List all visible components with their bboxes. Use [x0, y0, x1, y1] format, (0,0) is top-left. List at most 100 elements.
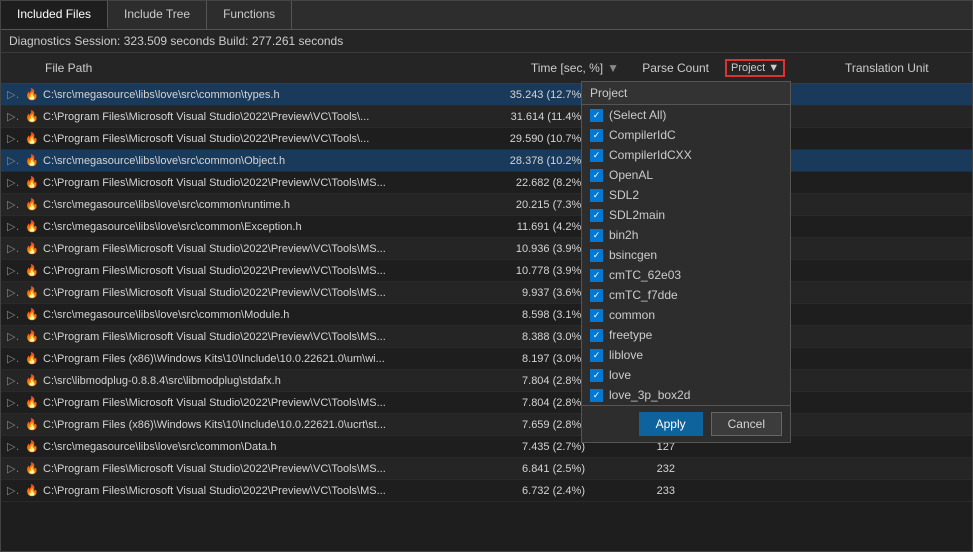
- checkbox[interactable]: [590, 209, 603, 222]
- time-cell: 22.682 (8.2%): [461, 175, 591, 191]
- col-header-translation: Translation Unit: [837, 57, 972, 79]
- dropdown-item[interactable]: love_3p_box2d: [582, 385, 790, 405]
- file-path-cell: C:\src\megasource\libs\love\src\common\M…: [37, 307, 461, 323]
- expand-icon[interactable]: ▷: [1, 196, 19, 213]
- expand-icon[interactable]: ▷: [1, 86, 19, 103]
- file-icon: 🔥: [19, 86, 37, 103]
- dropdown-item-label: bsincgen: [609, 248, 657, 262]
- checkbox[interactable]: [590, 169, 603, 182]
- checkbox[interactable]: [590, 369, 603, 382]
- apply-button[interactable]: Apply: [639, 412, 703, 436]
- expand-icon[interactable]: ▷: [1, 130, 19, 147]
- dropdown-item[interactable]: cmTC_f7dde: [582, 285, 790, 305]
- dropdown-item[interactable]: bin2h: [582, 225, 790, 245]
- checkbox[interactable]: [590, 229, 603, 242]
- dropdown-item-label: OpenAL: [609, 168, 653, 182]
- expand-icon[interactable]: ▷: [1, 416, 19, 433]
- expand-icon[interactable]: ▷: [1, 108, 19, 125]
- table-row[interactable]: ▷ 🔥 C:\Program Files\Microsoft Visual St…: [1, 106, 972, 128]
- parse-count-cell: 233: [591, 483, 681, 499]
- expand-icon[interactable]: ▷: [1, 438, 19, 455]
- table-row[interactable]: ▷ 🔥 C:\src\megasource\libs\love\src\comm…: [1, 216, 972, 238]
- column-headers: File Path Time [sec, %] ▼ Parse Count Pr…: [1, 53, 972, 84]
- table-row[interactable]: ▷ 🔥 C:\Program Files\Microsoft Visual St…: [1, 238, 972, 260]
- time-cell: 8.197 (3.0%): [461, 351, 591, 367]
- expand-icon[interactable]: ▷: [1, 262, 19, 279]
- table-row[interactable]: ▷ 🔥 C:\src\megasource\libs\love\src\comm…: [1, 304, 972, 326]
- dropdown-item[interactable]: SDL2: [582, 185, 790, 205]
- dropdown-item-label: (Select All): [609, 108, 666, 122]
- checkbox[interactable]: [590, 289, 603, 302]
- checkbox[interactable]: [590, 389, 603, 402]
- cancel-button[interactable]: Cancel: [711, 412, 782, 436]
- dropdown-item[interactable]: common: [582, 305, 790, 325]
- table-row[interactable]: ▷ 🔥 C:\Program Files (x86)\Windows Kits\…: [1, 348, 972, 370]
- table-row[interactable]: ▷ 🔥 C:\src\libmodplug-0.8.8.4\src\libmod…: [1, 370, 972, 392]
- expand-icon[interactable]: ▷: [1, 218, 19, 235]
- table-row[interactable]: ▷ 🔥 C:\Program Files\Microsoft Visual St…: [1, 458, 972, 480]
- dropdown-item-label: liblove: [609, 348, 643, 362]
- expand-icon[interactable]: ▷: [1, 372, 19, 389]
- time-cell: 7.659 (2.8%): [461, 417, 591, 433]
- filter-icon: ▼: [768, 62, 779, 74]
- tab-included-files[interactable]: Included Files: [1, 1, 108, 29]
- expand-icon[interactable]: ▷: [1, 152, 19, 169]
- col-header-filepath: File Path: [37, 57, 497, 79]
- checkbox[interactable]: [590, 349, 603, 362]
- expand-icon[interactable]: ▷: [1, 328, 19, 345]
- dropdown-item[interactable]: CompilerIdC: [582, 125, 790, 145]
- dropdown-item[interactable]: CompilerIdCXX: [582, 145, 790, 165]
- col-header-time[interactable]: Time [sec, %] ▼: [497, 57, 627, 79]
- checkbox[interactable]: [590, 109, 603, 122]
- expand-icon[interactable]: ▷: [1, 350, 19, 367]
- file-path-cell: C:\Program Files\Microsoft Visual Studio…: [37, 263, 461, 279]
- expand-icon[interactable]: ▷: [1, 240, 19, 257]
- tab-functions[interactable]: Functions: [207, 1, 292, 29]
- dropdown-item[interactable]: freetype: [582, 325, 790, 345]
- checkbox[interactable]: [590, 309, 603, 322]
- dropdown-item[interactable]: love: [582, 365, 790, 385]
- dropdown-item[interactable]: OpenAL: [582, 165, 790, 185]
- file-icon: 🔥: [19, 196, 37, 213]
- checkbox[interactable]: [590, 249, 603, 262]
- dropdown-item[interactable]: (Select All): [582, 105, 790, 125]
- main-content: File Path Time [sec, %] ▼ Parse Count Pr…: [1, 53, 972, 551]
- expand-icon[interactable]: ▷: [1, 284, 19, 301]
- expand-icon[interactable]: ▷: [1, 482, 19, 499]
- checkbox[interactable]: [590, 189, 603, 202]
- dropdown-item[interactable]: SDL2main: [582, 205, 790, 225]
- table-row[interactable]: ▷ 🔥 C:\Program Files (x86)\Windows Kits\…: [1, 414, 972, 436]
- table-row[interactable]: ▷ 🔥 C:\Program Files\Microsoft Visual St…: [1, 480, 972, 502]
- expand-icon[interactable]: ▷: [1, 460, 19, 477]
- file-icon: 🔥: [19, 174, 37, 191]
- expand-icon[interactable]: ▷: [1, 174, 19, 191]
- table-body: ▷ 🔥 C:\src\megasource\libs\love\src\comm…: [1, 84, 972, 551]
- table-row[interactable]: ▷ 🔥 C:\src\megasource\libs\love\src\comm…: [1, 84, 972, 106]
- table-row[interactable]: ▷ 🔥 C:\Program Files\Microsoft Visual St…: [1, 260, 972, 282]
- table-row[interactable]: ▷ 🔥 C:\src\megasource\libs\love\src\comm…: [1, 150, 972, 172]
- dropdown-item[interactable]: bsincgen: [582, 245, 790, 265]
- table-row[interactable]: ▷ 🔥 C:\Program Files\Microsoft Visual St…: [1, 392, 972, 414]
- checkbox[interactable]: [590, 329, 603, 342]
- checkbox[interactable]: [590, 149, 603, 162]
- file-icon: 🔥: [19, 416, 37, 433]
- time-cell: 11.691 (4.2%): [461, 219, 591, 235]
- project-label: Project: [731, 62, 765, 74]
- table-row[interactable]: ▷ 🔥 C:\src\megasource\libs\love\src\comm…: [1, 436, 972, 458]
- expand-icon[interactable]: ▷: [1, 394, 19, 411]
- tab-include-tree[interactable]: Include Tree: [108, 1, 207, 29]
- checkbox[interactable]: [590, 129, 603, 142]
- project-filter-button[interactable]: Project ▼: [725, 59, 785, 77]
- table-row[interactable]: ▷ 🔥 C:\Program Files\Microsoft Visual St…: [1, 282, 972, 304]
- table-row[interactable]: ▷ 🔥 C:\Program Files\Microsoft Visual St…: [1, 172, 972, 194]
- file-path-cell: C:\Program Files (x86)\Windows Kits\10\I…: [37, 351, 461, 367]
- file-path-cell: C:\Program Files\Microsoft Visual Studio…: [37, 483, 461, 499]
- dropdown-item[interactable]: cmTC_62e03: [582, 265, 790, 285]
- table-row[interactable]: ▷ 🔥 C:\Program Files\Microsoft Visual St…: [1, 326, 972, 348]
- table-row[interactable]: ▷ 🔥 C:\src\megasource\libs\love\src\comm…: [1, 194, 972, 216]
- dropdown-item-label: freetype: [609, 328, 652, 342]
- table-row[interactable]: ▷ 🔥 C:\Program Files\Microsoft Visual St…: [1, 128, 972, 150]
- checkbox[interactable]: [590, 269, 603, 282]
- expand-icon[interactable]: ▷: [1, 306, 19, 323]
- dropdown-item[interactable]: liblove: [582, 345, 790, 365]
